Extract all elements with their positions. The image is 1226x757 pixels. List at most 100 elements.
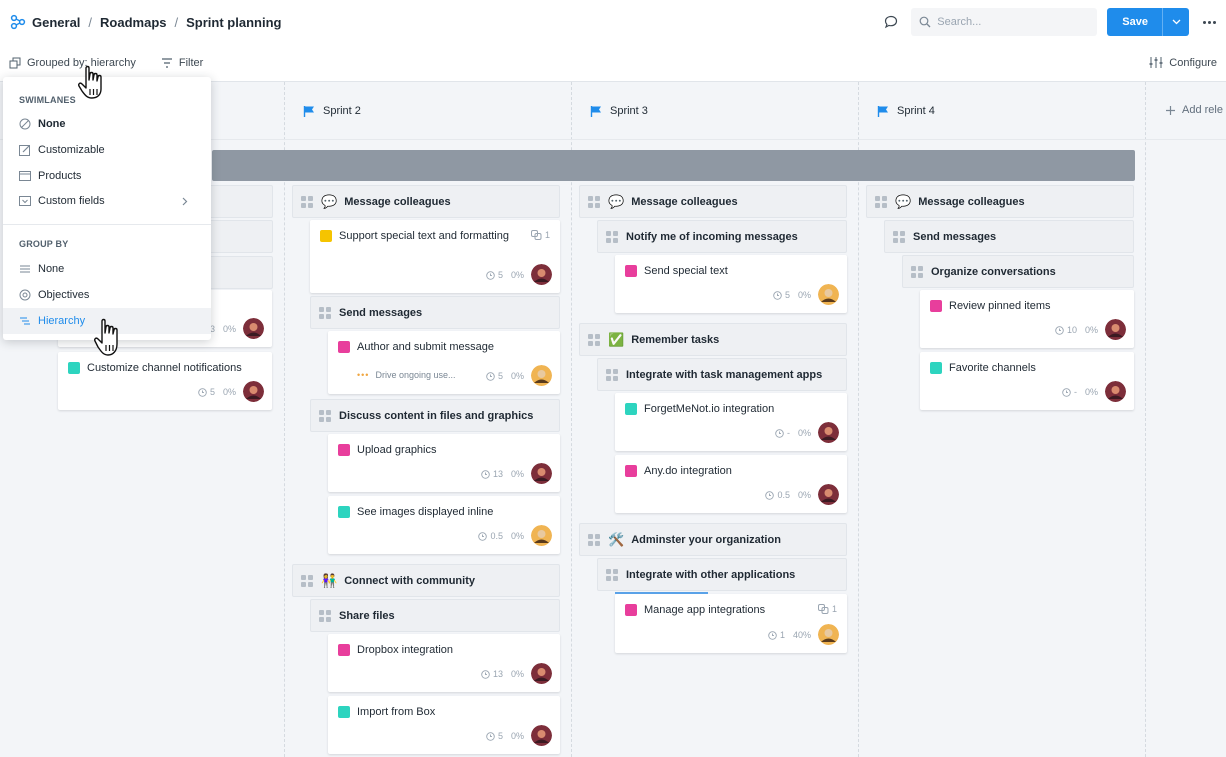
group-row[interactable]: 💬 Message colleagues [292,185,560,218]
swimlane-option-products[interactable]: Products [3,163,211,189]
column-header-sprint-4[interactable]: Sprint 4 [877,82,935,140]
task-card[interactable]: Customize channel notifications 5 0% [58,352,272,410]
groupby-option-objectives[interactable]: Objectives [3,282,211,308]
group-row[interactable] [204,256,273,289]
checkmark-icon: ✅ [608,331,625,347]
link-icon [530,230,542,240]
group-row[interactable]: Discuss content in files and graphics [310,399,560,432]
configure-button[interactable]: Configure [1149,56,1217,69]
drag-handle-icon[interactable] [301,574,313,587]
column-header-sprint-3[interactable]: Sprint 3 [590,82,648,140]
column-divider [284,82,285,757]
drag-handle-icon[interactable] [588,533,600,546]
drag-handle-icon[interactable] [301,195,313,208]
swimlane-band [212,150,1135,181]
drag-handle-icon[interactable] [319,409,331,422]
drag-handle-icon[interactable] [319,609,331,622]
group-row[interactable]: Share files [310,599,560,632]
sliders-icon [1149,57,1163,68]
group-row[interactable] [204,220,273,253]
drag-handle-icon[interactable] [893,230,905,243]
group-row[interactable]: Notify me of incoming messages [597,220,847,253]
group-row[interactable]: 💬 Message colleagues [866,185,1134,218]
clock-icon [768,630,777,640]
avatar [531,725,552,746]
search-box[interactable] [911,8,1098,36]
drag-handle-icon[interactable] [606,230,618,243]
group-row[interactable]: ✅ Remember tasks [579,323,847,356]
drag-handle-icon[interactable] [606,368,618,381]
add-release-label: Add rele [1182,104,1223,116]
avatar [1105,381,1126,402]
drag-handle-icon[interactable] [875,195,887,208]
group-row[interactable]: 🛠️ Adminster your organization [579,523,847,556]
group-title: Connect with community [344,574,475,587]
card-estimate: - [1073,387,1077,397]
swimlane-option-none[interactable]: None [3,111,211,137]
column-header-sprint-2[interactable]: Sprint 2 [303,82,361,140]
card-type-indicator [930,362,942,374]
filter-button[interactable]: Filter [161,57,203,69]
comment-icon[interactable] [883,14,899,30]
save-options-button[interactable] [1162,8,1189,36]
more-options-icon[interactable] [1203,20,1216,24]
drag-handle-icon[interactable] [606,568,618,581]
column-divider [1145,82,1146,757]
task-card[interactable]: ForgetMeNot.io integration -0% [615,393,847,451]
card-meta: 5 0% [486,731,524,741]
task-card[interactable]: Favorite channels -0% [920,352,1134,410]
swimlane-option-customizable[interactable]: Customizable [3,137,211,163]
card-title: Send special text [644,265,728,277]
group-row[interactable]: 👫 Connect with community [292,564,560,597]
task-card[interactable]: Any.do integration 0.5 0% [615,455,847,513]
clock-icon [1062,387,1071,397]
card-parent: ••• Drive ongoing use... [357,370,456,380]
drag-handle-icon[interactable] [588,195,600,208]
card-type-indicator [68,362,80,374]
card-estimate: 5 [209,387,215,397]
drag-handle-icon[interactable] [911,265,923,278]
task-card[interactable]: Review pinned items 10 0% [920,290,1134,348]
group-row[interactable] [204,185,273,218]
filter-icon [161,57,172,68]
groupby-option-none[interactable]: None [3,256,211,282]
group-title: Message colleagues [918,195,1025,208]
task-card[interactable]: Send special text 5 0% [615,255,847,313]
breadcrumb-general[interactable]: General [32,15,80,30]
task-card[interactable]: Upload graphics 13 0% [328,434,560,492]
card-progress: 0% [510,270,524,280]
target-icon [19,289,31,301]
card-progress: 0% [510,531,524,541]
search-input[interactable] [937,16,1088,28]
group-by-button[interactable]: Grouped by: hierarchy [9,57,136,69]
add-release-button[interactable]: Add rele [1165,104,1223,116]
search-icon [919,16,931,28]
card-type-indicator [338,706,350,718]
swimlane-option-custom-fields[interactable]: Custom fields [3,188,211,214]
swimlanes-heading: SWIMLANES [19,95,76,105]
group-row[interactable]: Integrate with other applications [597,558,847,591]
task-card[interactable]: Manage app integrations 1 1 40% [615,592,847,653]
group-row[interactable]: 💬 Message colleagues [579,185,847,218]
drag-handle-icon[interactable] [319,306,331,319]
clock-icon [1055,325,1064,335]
links-count: 1 [530,230,550,240]
hierarchy-icon [9,57,21,68]
group-row[interactable]: Integrate with task management apps [597,358,847,391]
group-row[interactable]: Send messages [310,296,560,329]
breadcrumb-roadmaps[interactable]: Roadmaps [100,15,166,30]
card-meta: -0% [1062,387,1098,397]
task-card[interactable]: Import from Box 5 0% [328,696,560,754]
drag-handle-icon[interactable] [588,333,600,346]
card-estimate: 13 [492,669,503,679]
task-card[interactable]: Support special text and formatting 1 50… [310,220,560,293]
task-card[interactable]: See images displayed inline 0.5 0% [328,496,560,554]
app-header: General / Roadmaps / Sprint planning Sav… [0,0,1226,44]
save-button[interactable]: Save [1107,8,1189,36]
group-row[interactable]: Organize conversations [902,255,1134,288]
window-icon [19,171,31,181]
flag-icon [303,105,314,117]
task-card[interactable]: Author and submit message ••• Drive ongoi… [328,331,560,394]
task-card[interactable]: Dropbox integration 13 0% [328,634,560,692]
group-row[interactable]: Send messages [884,220,1134,253]
